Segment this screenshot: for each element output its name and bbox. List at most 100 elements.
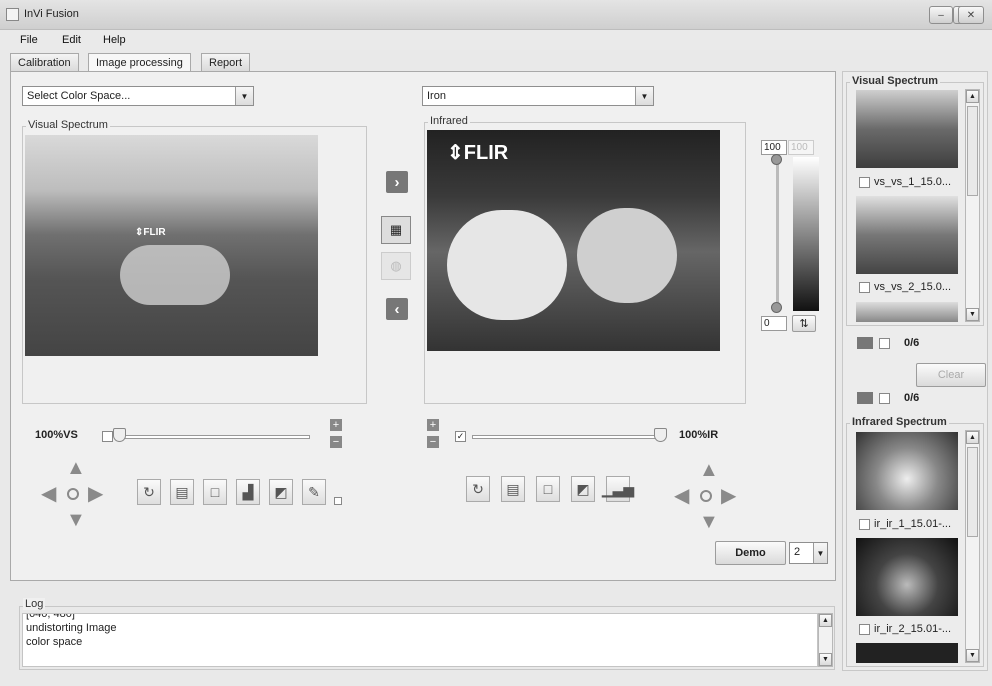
scale-max-handle[interactable] — [771, 154, 782, 165]
demo-select-value: 2 — [794, 546, 801, 558]
menu-file[interactable]: File — [20, 34, 38, 46]
rotate-icon[interactable]: ↻ — [466, 476, 490, 502]
zoom-in-icon[interactable]: + — [330, 419, 342, 431]
arrow-left-icon[interactable]: ‹ — [386, 298, 408, 320]
infrared-thumbnail[interactable] — [856, 538, 958, 616]
visual-thumbnail[interactable] — [856, 196, 958, 274]
scroll-thumb[interactable] — [967, 447, 978, 537]
pan-center-icon[interactable] — [700, 490, 712, 502]
thumb-caption: ir_ir_1_15.01-... — [874, 518, 952, 530]
scroll-up-icon[interactable]: ▲ — [966, 431, 979, 444]
visual-spectrum-label: Visual Spectrum — [26, 119, 110, 131]
thumb-checkbox[interactable] — [859, 282, 870, 293]
scroll-up-icon[interactable]: ▲ — [819, 614, 832, 627]
tab-report[interactable]: Report — [201, 53, 251, 72]
infrared-thumbs-scrollbar[interactable]: ▲ ▼ — [965, 430, 980, 663]
pan-down-icon[interactable]: ▼ — [699, 512, 719, 532]
scroll-down-icon[interactable]: ▼ — [966, 649, 979, 662]
log-label: Log — [23, 598, 46, 610]
swap-icon[interactable]: ⇅ — [792, 315, 816, 332]
scale-min-handle[interactable] — [771, 302, 782, 313]
select-all-checkbox[interactable] — [879, 338, 890, 349]
folder-icon[interactable] — [857, 392, 873, 404]
close-button[interactable]: ✕ — [958, 6, 984, 24]
square-icon[interactable]: □ — [203, 479, 227, 505]
color-swatch[interactable] — [334, 497, 342, 505]
tab-calibration[interactable]: Calibration — [10, 53, 79, 72]
select-all-checkbox[interactable] — [879, 393, 890, 404]
arrow-right-icon[interactable]: › — [386, 171, 408, 193]
visual-image: ⇕FLIR — [25, 135, 318, 356]
save-icon[interactable]: ▤ — [170, 479, 194, 505]
demo-button[interactable]: Demo — [715, 541, 786, 565]
fusion-icon[interactable]: ▦ — [381, 216, 411, 244]
hot-machine-shape — [447, 210, 567, 320]
square-icon[interactable]: □ — [536, 476, 560, 502]
thumb-caption: vs_vs_2_15.0... — [874, 281, 952, 293]
visual-thumbnail[interactable] — [856, 302, 958, 322]
visual-zoom-handle[interactable] — [113, 428, 126, 442]
infrared-overlay-checkbox[interactable]: ✓ — [455, 431, 466, 442]
pen-icon[interactable]: ✎ — [302, 479, 326, 505]
demo-select[interactable]: 2 ▼ — [789, 542, 828, 564]
visual-overlay-checkbox[interactable] — [102, 431, 113, 442]
contrast-icon[interactable]: ◩ — [269, 479, 293, 505]
pan-right-icon[interactable]: ▶ — [721, 486, 736, 506]
pan-right-icon[interactable]: ▶ — [88, 484, 103, 504]
save-icon[interactable]: ▤ — [501, 476, 525, 502]
scale-min-input[interactable]: 0 — [761, 316, 787, 331]
thumb-checkbox[interactable] — [859, 519, 870, 530]
infrared-zoom-slider[interactable] — [472, 435, 664, 439]
folder-icon[interactable] — [857, 337, 873, 349]
scale-max-input[interactable]: 100 — [761, 140, 787, 155]
pan-left-icon[interactable]: ◀ — [41, 484, 56, 504]
infrared-thumbs-title: Infrared Spectrum — [850, 416, 949, 428]
window-title: InVi Fusion — [24, 8, 79, 20]
pan-up-icon[interactable]: ▲ — [66, 458, 86, 478]
infrared-thumbnail[interactable] — [856, 432, 958, 510]
infrared-thumbnail[interactable] — [856, 643, 958, 663]
scroll-thumb[interactable] — [967, 106, 978, 196]
thumb-checkbox[interactable] — [859, 177, 870, 188]
zoom-out-icon[interactable]: − — [330, 436, 342, 448]
visual-thumbnail[interactable] — [856, 90, 958, 168]
histogram-icon[interactable]: ▟ — [236, 479, 260, 505]
visual-zoom-slider[interactable] — [118, 435, 310, 439]
thumb-caption: ir_ir_2_15.01-... — [874, 623, 952, 635]
menu-help[interactable]: Help — [103, 34, 126, 46]
thumb-checkbox[interactable] — [859, 624, 870, 635]
zoom-in-icon[interactable]: + — [427, 419, 439, 431]
chevron-down-icon: ▼ — [635, 87, 653, 105]
log-line: [640, 480] — [26, 613, 75, 620]
pan-center-icon[interactable] — [67, 488, 79, 500]
visual-thumbs-title: Visual Spectrum — [850, 75, 940, 87]
thumb-caption: vs_vs_1_15.0... — [874, 176, 952, 188]
visual-thumbs-scrollbar[interactable]: ▲ ▼ — [965, 89, 980, 322]
infrared-count: 0/6 — [904, 392, 920, 404]
color-space-select[interactable]: Select Color Space... ▼ — [22, 86, 254, 106]
palette-gradient-bar — [793, 157, 819, 311]
tab-image-processing[interactable]: Image processing — [88, 53, 191, 73]
infrared-image: ⇕FLIR — [427, 130, 720, 351]
palette-select[interactable]: Iron ▼ — [422, 86, 654, 106]
menu-edit[interactable]: Edit — [62, 34, 81, 46]
scroll-up-icon[interactable]: ▲ — [966, 90, 979, 103]
clear-button[interactable]: Clear — [916, 363, 986, 387]
infrared-zoom-handle[interactable] — [654, 428, 667, 442]
scroll-down-icon[interactable]: ▼ — [966, 308, 979, 321]
infrared-label: Infrared — [428, 115, 470, 127]
hot-machine-shape — [577, 208, 677, 303]
pan-up-icon[interactable]: ▲ — [699, 460, 719, 480]
minimize-button[interactable]: – — [929, 6, 953, 24]
app-icon — [6, 8, 19, 21]
zoom-out-icon[interactable]: − — [427, 436, 439, 448]
histogram-icon[interactable]: ▁▃▅ — [602, 476, 634, 502]
pan-down-icon[interactable]: ▼ — [66, 510, 86, 530]
camera-icon[interactable]: ◍ — [381, 252, 411, 280]
scroll-down-icon[interactable]: ▼ — [819, 653, 832, 666]
log-scrollbar[interactable]: ▲ ▼ — [818, 613, 833, 667]
rotate-icon[interactable]: ↻ — [137, 479, 161, 505]
scale-slider-track[interactable] — [776, 158, 779, 308]
pan-left-icon[interactable]: ◀ — [674, 486, 689, 506]
contrast-icon[interactable]: ◩ — [571, 476, 595, 502]
